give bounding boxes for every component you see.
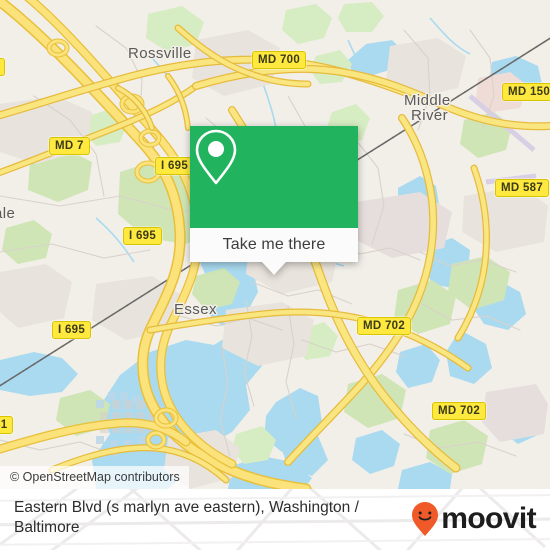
footer-bar: Eastern Blvd (s marlyn ave eastern), Was… bbox=[0, 489, 550, 550]
moovit-pin-icon bbox=[412, 502, 439, 536]
osm-attribution[interactable]: © OpenStreetMap contributors bbox=[0, 466, 189, 489]
moovit-logo[interactable]: moovit bbox=[410, 501, 537, 537]
map-shield-md-700: MD 700 bbox=[252, 51, 307, 69]
popup-action-row[interactable]: Take me there bbox=[190, 228, 358, 262]
map-shield-clipped-left bbox=[0, 58, 5, 76]
moovit-wordmark: moovit bbox=[441, 502, 536, 535]
station-title: Eastern Blvd (s marlyn ave eastern), Was… bbox=[14, 499, 359, 536]
map-canvas[interactable]: .water{fill:#a9daf0;} .wood{fill:#cfe5b6… bbox=[0, 0, 550, 489]
map-pin-icon bbox=[195, 129, 237, 185]
map-shield-i-695-south: I 695 bbox=[52, 321, 92, 339]
moovit-station-map-screen: .water{fill:#a9daf0;} .wood{fill:#cfe5b6… bbox=[0, 0, 550, 550]
map-shield-md-587: MD 587 bbox=[495, 179, 550, 197]
map-shield-md-702-south: MD 702 bbox=[432, 402, 487, 420]
map-shield-md-151-clipped: 51 bbox=[0, 416, 14, 434]
popup-pointer-tail bbox=[262, 262, 286, 275]
map-shield-i-695-north: I 695 bbox=[155, 157, 195, 175]
map-shield-md-7: MD 7 bbox=[49, 137, 90, 155]
take-me-there-label: Take me there bbox=[222, 236, 326, 253]
popup-header bbox=[190, 126, 358, 228]
map-shield-i-695-mid: I 695 bbox=[123, 227, 163, 245]
map-shield-md-150: MD 150 bbox=[502, 83, 550, 101]
map-shield-md-702-north: MD 702 bbox=[357, 317, 412, 335]
station-popup-card[interactable]: Take me there bbox=[190, 126, 358, 275]
